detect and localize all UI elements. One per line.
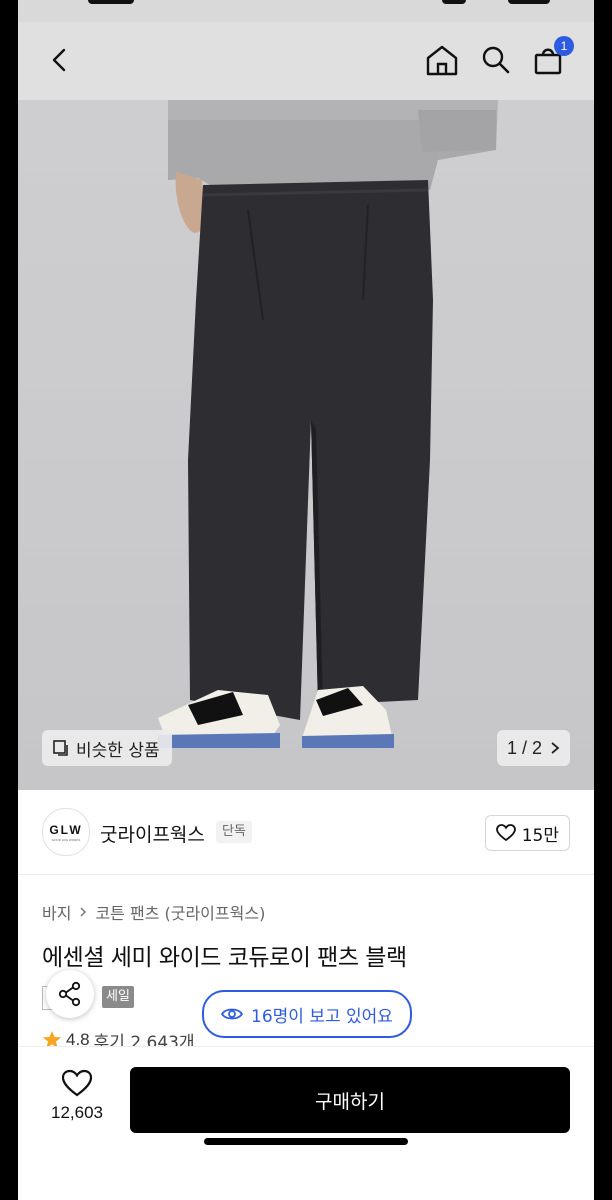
search-icon <box>482 46 510 74</box>
heart-icon <box>61 1069 93 1097</box>
back-button[interactable] <box>40 40 80 80</box>
gallery-pager[interactable]: 1 / 2 <box>496 730 570 766</box>
pants-photo <box>158 95 498 748</box>
cart-button[interactable]: 1 <box>528 36 574 80</box>
similar-products-label: 비슷한 상품 <box>76 740 160 761</box>
signal-icon <box>442 0 466 4</box>
wishlist-count: 12,603 <box>51 1103 103 1122</box>
live-viewers-pill: 16명이 보고 있어요 <box>202 990 412 1038</box>
divider <box>18 874 594 875</box>
share-icon <box>58 981 81 1007</box>
home-icon <box>426 45 458 76</box>
breadcrumb: 바지 코튼 팬츠 (굿라이프웍스) <box>42 900 265 924</box>
similar-products-button[interactable]: 비슷한 상품 <box>42 730 172 766</box>
search-button[interactable] <box>476 40 516 80</box>
chevron-right-icon <box>551 742 560 754</box>
exclusive-badge: 단독 <box>216 821 252 843</box>
battery-icon <box>508 0 550 4</box>
similar-products-icon <box>53 740 68 756</box>
breadcrumb-subcategory[interactable]: 코튼 팬츠 (굿라이프웍스) <box>95 900 265 924</box>
live-viewers-text: 16명이 보고 있어요 <box>251 1006 393 1027</box>
heart-icon <box>495 824 516 842</box>
status-bar <box>18 0 594 22</box>
brand-logo-mark: GLW <box>49 822 83 837</box>
buy-button[interactable]: 구매하기 <box>130 1067 570 1133</box>
cart-badge: 1 <box>554 36 574 56</box>
page-indicator: 1 / 2 <box>506 737 542 758</box>
brand-name[interactable]: 굿라이프웍스 <box>100 820 205 847</box>
brand-like-count: 15만 <box>521 825 559 846</box>
breadcrumb-category[interactable]: 바지 <box>42 900 71 924</box>
home-button[interactable] <box>422 40 462 80</box>
brand-row: GLW GOOD LIFE WORKS 굿라이프웍스 단독 15만 <box>18 800 594 866</box>
chevron-right-icon <box>80 907 87 917</box>
app-screen: 1 비슷한 상품 1 / 2 GLW GOOD LIFE WORKS 굿라이프웍… <box>18 0 594 1200</box>
eye-icon <box>221 1008 244 1020</box>
brand-logo[interactable]: GLW GOOD LIFE WORKS <box>42 808 90 856</box>
top-nav: 1 <box>18 22 594 100</box>
share-button[interactable] <box>46 970 94 1018</box>
product-image[interactable] <box>18 0 594 790</box>
wishlist-button[interactable]: 12,603 <box>40 1069 114 1133</box>
brand-like-button[interactable]: 15만 <box>484 815 570 851</box>
back-icon <box>52 48 66 72</box>
brand-logo-subtext: GOOD LIFE WORKS <box>51 837 81 842</box>
product-title: 에센셜 세미 와이드 코듀로이 팬츠 블랙 <box>42 945 407 971</box>
status-time <box>88 0 134 4</box>
bottom-action-bar: 12,603 구매하기 <box>18 1046 594 1200</box>
sale-badge: 세일 <box>102 986 134 1008</box>
home-indicator <box>204 1138 408 1145</box>
